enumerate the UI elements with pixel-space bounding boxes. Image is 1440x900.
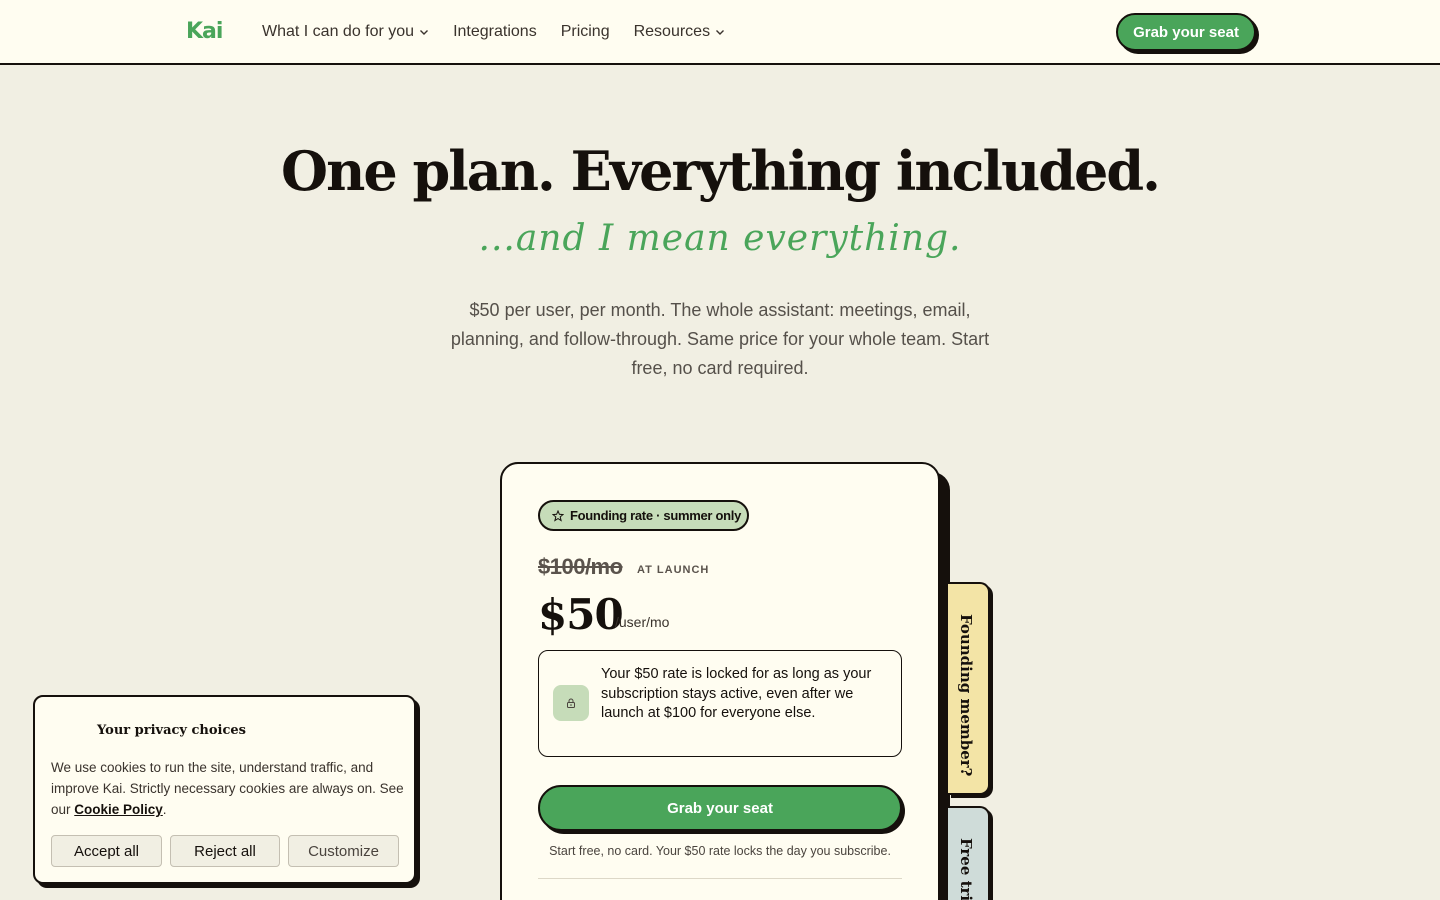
cookie-actions: Accept all Reject all Customize [51,835,407,867]
nav-item-label: What I can do for you [262,23,415,40]
cookie-banner: Your privacy choices We use cookies to r… [33,695,416,884]
hero-subtitle: $50 per user, per month. The whole assis… [450,300,990,378]
card-fine-print: Start free, no card. Your $50 rate locks… [549,844,891,858]
tab-free-trial[interactable]: Free trial [948,806,990,900]
card-grab-seat-button[interactable]: Grab your seat [538,785,902,831]
price-unit: /user/mo [615,614,670,630]
badge-label: Founding rate · summer only [570,508,742,523]
tab-founding-member[interactable]: Founding member? [948,582,990,795]
reject-all-button[interactable]: Reject all [170,835,280,867]
nav-grab-seat-button[interactable]: Grab your seat [1116,13,1256,51]
top-nav: Kai What I can do for you Integrations P… [0,0,1440,65]
tab-label: Free trial [957,838,975,900]
hero-script-tagline: ...and I mean everything. [478,218,962,259]
cookie-policy-link[interactable]: Cookie Policy [74,802,163,817]
old-price: $100/mo [538,554,623,579]
chevron-down-icon [420,30,429,35]
star-icon [552,509,564,522]
nav-links: What I can do for you Integrations Prici… [262,20,725,44]
nav-item-resources[interactable]: Resources [634,20,725,44]
pricing-card: Founding rate · summer only $100/mo AT L… [500,462,940,900]
lock-icon [553,685,589,721]
nav-item-what-i-can-do[interactable]: What I can do for you [262,20,429,44]
chevron-down-icon [716,30,725,35]
customize-button[interactable]: Customize [288,835,399,867]
kai-logo[interactable]: Kai [186,20,223,44]
cookie-title: Your privacy choices [97,723,246,738]
old-price-note: AT LAUNCH [637,564,710,576]
accept-all-button[interactable]: Accept all [51,835,162,867]
rate-lock-notice: Your $50 rate is locked for as long as y… [538,650,902,757]
nav-item-integrations[interactable]: Integrations [453,20,537,44]
tab-label: Founding member? [957,614,975,777]
nav-item-pricing[interactable]: Pricing [561,20,610,44]
nav-item-label: Pricing [560,23,610,40]
rate-lock-text: Your $50 rate is locked for as long as y… [601,666,872,721]
nav-item-label: Resources [633,23,711,40]
cookie-text: We use cookies to run the site, understa… [51,757,406,820]
page-title: One plan. Everything included. [281,139,1161,203]
founding-rate-badge: Founding rate · summer only [538,500,749,531]
nav-item-label: Integrations [453,23,537,40]
current-price: $50 [538,590,624,639]
card-divider [538,878,902,879]
cookie-period: . [162,802,167,817]
